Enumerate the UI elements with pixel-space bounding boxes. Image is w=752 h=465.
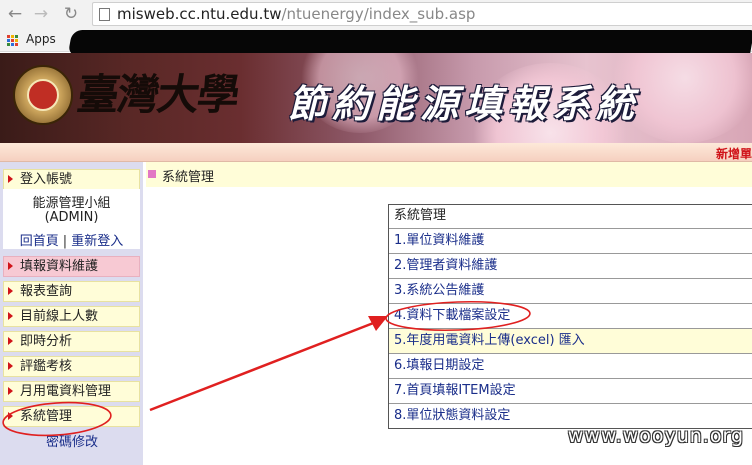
menu-table-header: 系統管理 [389,205,752,228]
sidebar: 登入帳號 能源管理小組 (ADMIN) 回首頁 | 重新登入 填報資料維護 報表查詢… [0,162,143,465]
address-bar[interactable]: misweb.cc.ntu.edu.tw/ntuenergy/index_sub… [92,2,752,26]
page-icon [99,8,110,21]
url-path: /ntuenergy/index_sub.asp [281,5,476,23]
status-strip: 新增單 [0,143,752,162]
triangle-bullet-icon [8,387,13,395]
sidebar-item-label: 目前線上人數 [20,309,99,324]
annotation-arrow-line [149,320,377,412]
triangle-bullet-icon [8,262,13,270]
back-arrow-icon[interactable]: ← [4,3,26,25]
menu-item-homepage-items[interactable]: 7.首頁填報ITEM設定 [389,378,752,403]
square-bullet-icon [148,170,156,178]
sidebar-item-label: 登入帳號 [20,172,73,187]
sidebar-item-label: 系統管理 [20,409,73,424]
triangle-bullet-icon [8,362,13,370]
annotation-arrowhead [368,316,388,331]
menu-item-announcements[interactable]: 3.系統公告維護 [389,278,752,303]
sidebar-item-evaluation[interactable]: 評鑑考核 [3,356,140,377]
url-host: misweb.cc.ntu.edu.tw [117,5,282,23]
breadcrumb: 系統管理 [146,162,752,187]
site-banner: 臺灣大學 節約能源填報系統 [0,53,752,143]
university-seal-logo [13,65,73,125]
sidebar-item-label: 報表查詢 [20,284,73,299]
sidebar-item-label: 月用電資料管理 [20,384,112,399]
user-links: 回首頁 | 重新登入 [3,230,140,249]
triangle-bullet-icon [8,287,13,295]
new-record-label[interactable]: 新增單 [716,145,752,162]
menu-item-unit-data[interactable]: 1.單位資料維護 [389,228,752,253]
triangle-bullet-icon [8,175,13,183]
sidebar-item-label: 評鑑考核 [20,359,73,374]
sidebar-item-report-query[interactable]: 報表查詢 [3,281,140,302]
menu-item-download-settings[interactable]: 4.資料下載檔案設定 [389,303,752,328]
relogin-link[interactable]: 重新登入 [71,234,123,249]
sidebar-item-online-users[interactable]: 目前線上人數 [3,306,140,327]
menu-item-admin-data[interactable]: 2.管理者資料維護 [389,253,752,278]
url-text: misweb.cc.ntu.edu.tw/ntuenergy/index_sub… [117,5,475,23]
apps-bookmark[interactable]: Apps [26,32,56,46]
link-separator: | [62,234,68,249]
home-link[interactable]: 回首頁 [20,234,59,249]
sidebar-item-login[interactable]: 登入帳號 [3,169,140,190]
menu-item-power-upload[interactable]: 5.年度用電資料上傳(excel) 匯入 [389,328,752,353]
breadcrumb-title: 系統管理 [162,170,215,185]
triangle-bullet-icon [8,337,13,345]
user-role: (ADMIN) [44,210,99,225]
watermark-text: www.wooyun.org [567,425,744,447]
user-info: 能源管理小組 (ADMIN) 回首頁 | 重新登入 [3,189,140,249]
sidebar-item-realtime-analysis[interactable]: 即時分析 [3,331,140,352]
change-password-link[interactable]: 密碼修改 [46,431,98,450]
sidebar-item-system-admin[interactable]: 系統管理 [3,406,140,427]
triangle-bullet-icon [8,312,13,320]
browser-toolbar: ← → ↻ misweb.cc.ntu.edu.tw/ntuenergy/ind… [0,0,752,28]
menu-item-report-dates[interactable]: 6.填報日期設定 [389,353,752,378]
sidebar-item-label: 即時分析 [20,334,73,349]
reload-icon[interactable]: ↻ [60,3,82,25]
system-admin-menu: 系統管理 1.單位資料維護 2.管理者資料維護 3.系統公告維護 4.資料下載檔… [388,204,752,429]
apps-grid-icon[interactable] [7,35,18,46]
page: ← → ↻ misweb.cc.ntu.edu.tw/ntuenergy/ind… [0,0,752,465]
sidebar-item-label: 填報資料維護 [20,259,99,274]
system-title: 節約能源填報系統 [288,81,641,126]
university-calligraphy-logo: 臺灣大學 [74,70,242,119]
sidebar-item-monthly-power[interactable]: 月用電資料管理 [3,381,140,402]
user-group: 能源管理小組 [32,196,111,211]
sidebar-item-report-maintenance[interactable]: 填報資料維護 [3,256,140,277]
forward-arrow-icon[interactable]: → [30,3,52,25]
triangle-bullet-icon [8,412,13,420]
